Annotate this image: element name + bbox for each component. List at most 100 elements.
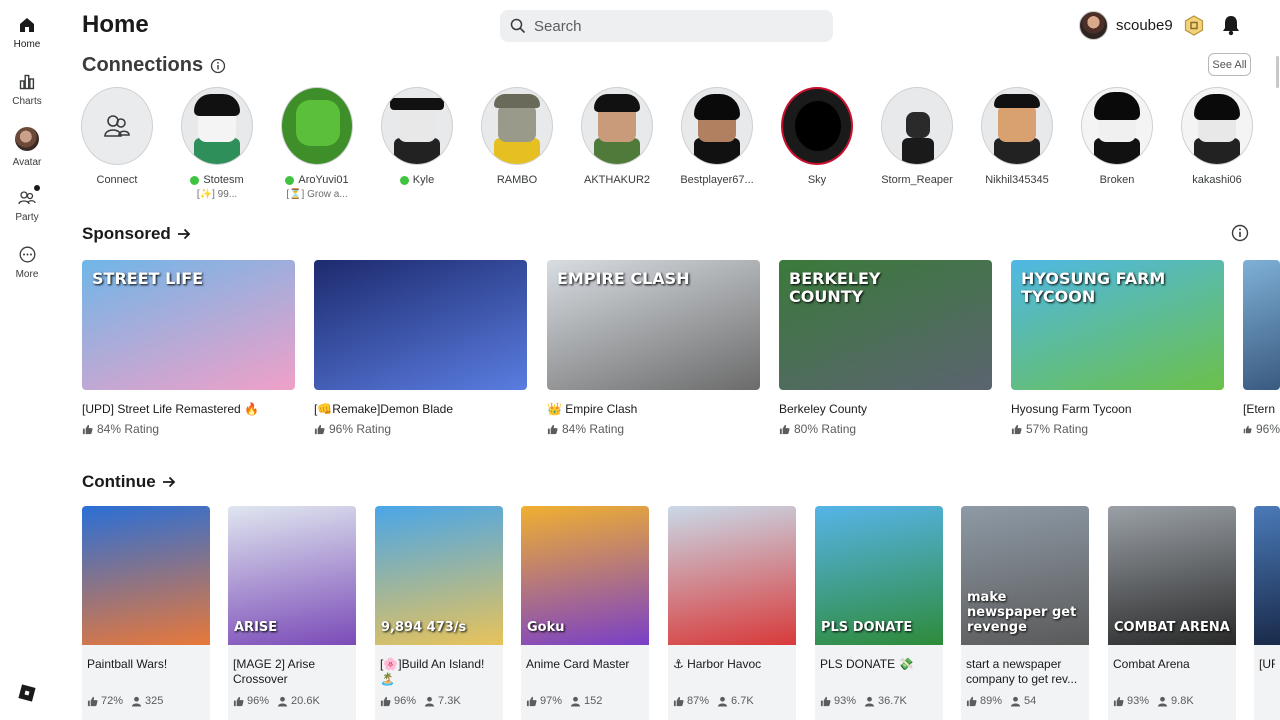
connections-header[interactable]: Connections — [82, 54, 226, 77]
roblox-logo[interactable] — [18, 684, 36, 707]
friend-avatar[interactable] — [681, 87, 753, 165]
friend-avatar[interactable] — [881, 87, 953, 165]
sponsored-game-card[interactable]: [👊Remake]Demon Blade 96% Rating — [314, 260, 527, 436]
game-thumbnail[interactable]: PLS DONATE — [815, 506, 943, 645]
continue-header[interactable]: Continue — [82, 472, 176, 492]
thumbs-up-icon — [820, 696, 831, 706]
continue-game-card[interactable]: ⚓ Harbor Havoc 87% 6.7K — [668, 506, 796, 720]
continue-game-card[interactable]: make newspaper get revenge start a newspa… — [961, 506, 1089, 720]
continue-game-card[interactable]: PLS DONATE PLS DONATE 💸 93% 36.7K — [815, 506, 943, 720]
game-thumbnail[interactable]: COMBAT ARENA — [1108, 506, 1236, 645]
friend-avatar[interactable] — [781, 87, 853, 165]
friend-avatar[interactable] — [1181, 87, 1253, 165]
friend-item[interactable]: AroYuvi01 [⏳] Grow a... — [272, 87, 362, 200]
friend-item[interactable]: Stotesm [✨] 99... — [172, 87, 262, 200]
continue-game-card[interactable]: ARISE [MAGE 2] Arise Crossover 96% 20.6K — [228, 506, 356, 720]
avatar[interactable] — [1079, 11, 1108, 40]
game-thumbnail[interactable] — [668, 506, 796, 645]
friend-avatar[interactable] — [481, 87, 553, 165]
game-thumbnail[interactable]: EMPIRE CLASH — [547, 260, 760, 390]
thumbnail-text: PLS DONATE — [821, 620, 913, 635]
sponsored-game-card[interactable]: STREET LIFE [UPD] Street Life Remastered … — [82, 260, 295, 436]
game-title[interactable]: [MAGE 2] Arise Crossover — [233, 657, 351, 687]
continue-game-card[interactable]: COMBAT ARENA Combat Arena 93% 9.8K — [1108, 506, 1236, 720]
game-stats: 93% 9.8K — [1113, 695, 1194, 707]
game-card-info: [MAGE 2] Arise Crossover 96% 20.6K — [228, 645, 356, 720]
friend-item[interactable]: Storm_Reaper — [872, 87, 962, 186]
game-thumbnail[interactable] — [1254, 506, 1280, 645]
game-title[interactable]: start a newspaper company to get rev... — [966, 657, 1084, 687]
search-input[interactable] — [534, 17, 814, 35]
game-title[interactable]: PLS DONATE 💸 — [820, 657, 938, 687]
game-thumbnail[interactable]: STREET LIFE — [82, 260, 295, 390]
game-thumbnail[interactable]: 9,894 473/s — [375, 506, 503, 645]
game-stats: 89% 54 — [966, 695, 1036, 707]
game-thumbnail[interactable]: Goku — [521, 506, 649, 645]
game-thumbnail[interactable]: make newspaper get revenge — [961, 506, 1089, 645]
game-title[interactable]: Anime Card Master — [526, 657, 644, 687]
sidebar-item-home[interactable]: Home — [0, 17, 54, 50]
game-title[interactable]: Berkeley County — [779, 402, 992, 416]
scrollbar[interactable] — [1276, 56, 1279, 88]
game-title[interactable]: [UF — [1259, 657, 1275, 687]
friend-avatar[interactable] — [1081, 87, 1153, 165]
friend-item[interactable]: AKTHAKUR2 — [572, 87, 662, 186]
continue-game-card[interactable]: [UF — [1254, 506, 1280, 720]
sponsored-header[interactable]: Sponsored — [82, 224, 191, 244]
sponsored-game-card[interactable]: HYOSUNG FARM TYCOON Hyosung Farm Tycoon 57… — [1011, 260, 1224, 436]
user-profile[interactable]: scoube9 — [1079, 11, 1204, 40]
sidebar-item-avatar[interactable]: Avatar — [0, 127, 54, 168]
friend-avatar[interactable] — [581, 87, 653, 165]
info-icon[interactable] — [210, 58, 226, 74]
friend-item[interactable]: Nikhil345345 — [972, 87, 1062, 186]
rating-value: 80% Rating — [794, 422, 857, 436]
friend-avatar[interactable] — [381, 87, 453, 165]
players-icon — [1010, 696, 1021, 707]
game-title[interactable]: 👑 Empire Clash — [547, 402, 760, 416]
sponsored-game-card[interactable]: [Etern 96% — [1243, 260, 1280, 436]
game-thumbnail[interactable] — [314, 260, 527, 390]
continue-game-card[interactable]: Paintball Wars! 72% 325 — [82, 506, 210, 720]
game-thumbnail[interactable]: BERKELEY COUNTY — [779, 260, 992, 390]
friend-item[interactable]: Kyle — [372, 87, 462, 186]
info-icon[interactable] — [1231, 224, 1249, 242]
sidebar-item-party[interactable]: Party — [0, 185, 54, 223]
username[interactable]: scoube9 — [1116, 17, 1173, 34]
game-thumbnail[interactable] — [82, 506, 210, 645]
players-icon — [717, 696, 728, 707]
robux-icon[interactable] — [1184, 15, 1204, 36]
game-thumbnail[interactable]: ARISE — [228, 506, 356, 645]
see-all-button[interactable]: See All — [1208, 53, 1251, 76]
game-card-info: Anime Card Master 97% 152 — [521, 645, 649, 720]
sponsored-game-card[interactable]: BERKELEY COUNTY Berkeley County 80% Rating — [779, 260, 992, 436]
game-title[interactable]: [UPD] Street Life Remastered 🔥 — [82, 402, 295, 416]
friend-item[interactable]: kakashi06 — [1172, 87, 1262, 186]
connect-button[interactable] — [81, 87, 153, 165]
continue-game-card[interactable]: Goku Anime Card Master 97% 152 — [521, 506, 649, 720]
game-title[interactable]: [Etern — [1243, 402, 1280, 416]
rating-value: 96% — [394, 695, 417, 707]
game-thumbnail[interactable]: HYOSUNG FARM TYCOON — [1011, 260, 1224, 390]
sidebar-item-more[interactable]: More — [0, 246, 54, 280]
game-thumbnail[interactable] — [1243, 260, 1280, 390]
friend-item[interactable]: RAMBO — [472, 87, 562, 186]
friend-avatar[interactable] — [981, 87, 1053, 165]
sidebar-item-charts[interactable]: Charts — [0, 74, 54, 107]
continue-game-card[interactable]: 9,894 473/s [🌸]Build An Island! 🏝️ 96% 7.3K — [375, 506, 503, 720]
friend-item[interactable]: Sky — [772, 87, 862, 186]
notifications-bell-icon[interactable] — [1221, 14, 1241, 41]
game-title[interactable]: [🌸]Build An Island! 🏝️ — [380, 657, 498, 687]
game-title[interactable]: [👊Remake]Demon Blade — [314, 402, 527, 416]
game-title[interactable]: Paintball Wars! — [87, 657, 205, 687]
game-title[interactable]: ⚓ Harbor Havoc — [673, 657, 791, 687]
friend-item[interactable]: Broken — [1072, 87, 1162, 186]
game-title[interactable]: Combat Arena — [1113, 657, 1231, 687]
connect-friend-item[interactable]: Connect — [72, 87, 162, 186]
friend-avatar[interactable] — [281, 87, 353, 165]
sponsored-game-card[interactable]: EMPIRE CLASH 👑 Empire Clash 84% Rating — [547, 260, 760, 436]
game-title[interactable]: Hyosung Farm Tycoon — [1011, 402, 1224, 416]
search-bar[interactable] — [500, 10, 833, 42]
sidebar-item-label: Charts — [12, 96, 42, 107]
friend-item[interactable]: Bestplayer67... — [672, 87, 762, 186]
friend-avatar[interactable] — [181, 87, 253, 165]
